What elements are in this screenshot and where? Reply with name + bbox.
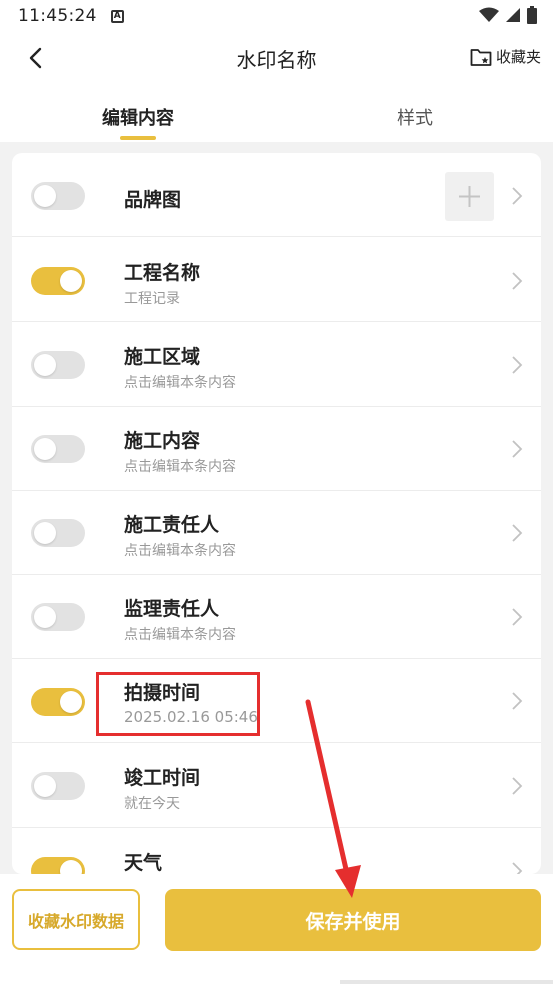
- chevron-right-icon: [512, 777, 523, 795]
- toggle-brand-image[interactable]: [31, 182, 85, 210]
- list-item-weather[interactable]: 天气: [12, 828, 541, 874]
- signal-icon: [506, 8, 520, 22]
- battery-icon: [527, 6, 537, 24]
- list-item-capture-time[interactable]: 拍摄时间 2025.02.16 05:46: [12, 659, 541, 743]
- status-bar: 11:45:24 A: [0, 0, 553, 32]
- save-and-use-button[interactable]: 保存并使用: [165, 889, 541, 951]
- item-subtitle: 2025.02.16 05:46: [124, 708, 258, 726]
- status-icons: [479, 6, 537, 24]
- toggle-supervisor[interactable]: [31, 603, 85, 631]
- chevron-right-icon: [512, 608, 523, 626]
- tab-style[interactable]: 样式: [397, 104, 433, 130]
- item-title: 施工责任人: [124, 514, 220, 536]
- list-item-completion-time[interactable]: 竣工时间 就在今天: [12, 744, 541, 828]
- chevron-right-icon: [512, 524, 523, 542]
- item-subtitle: 工程记录: [124, 291, 180, 307]
- list-item-construction-content[interactable]: 施工内容 点击编辑本条内容: [12, 407, 541, 491]
- toggle-construction-manager[interactable]: [31, 519, 85, 547]
- tab-bar: 编辑内容 样式: [0, 84, 553, 142]
- item-subtitle: 就在今天: [124, 796, 180, 812]
- chevron-right-icon: [512, 862, 523, 874]
- collect-watermark-data-button[interactable]: 收藏水印数据: [12, 889, 140, 950]
- chevron-right-icon: [512, 440, 523, 458]
- bottom-action-bar: 收藏水印数据 保存并使用: [0, 874, 553, 984]
- item-title: 工程名称: [124, 262, 201, 284]
- favorites-label: 收藏夹: [495, 48, 541, 66]
- item-subtitle: 点击编辑本条内容: [124, 459, 236, 475]
- toggle-weather[interactable]: [31, 857, 85, 874]
- chevron-right-icon: [512, 272, 523, 290]
- chevron-right-icon: [512, 187, 523, 205]
- toggle-completion-time[interactable]: [31, 772, 85, 800]
- toggle-capture-time[interactable]: [31, 688, 85, 716]
- list-item-brand-image[interactable]: 品牌图: [12, 153, 541, 237]
- header: 水印名称 收藏夹: [0, 32, 553, 84]
- list-item-project-name[interactable]: 工程名称 工程记录: [12, 238, 541, 322]
- favorites-button[interactable]: 收藏夹: [470, 46, 541, 67]
- watermark-fields-list: 品牌图 工程名称 工程记录 施工区域 点击编辑本条内容 施工内容 点击编辑本条内…: [12, 153, 541, 874]
- status-time: 11:45:24: [18, 6, 97, 26]
- item-title: 监理责任人: [124, 598, 220, 620]
- chevron-right-icon: [512, 356, 523, 374]
- list-item-construction-manager[interactable]: 施工责任人 点击编辑本条内容: [12, 491, 541, 575]
- item-subtitle: 点击编辑本条内容: [124, 543, 236, 559]
- item-title: 施工区域: [124, 346, 201, 368]
- list-item-supervisor[interactable]: 监理责任人 点击编辑本条内容: [12, 575, 541, 659]
- folder-star-icon: [470, 48, 492, 66]
- plus-icon: [459, 186, 480, 207]
- item-title: 竣工时间: [124, 767, 201, 789]
- home-indicator: [340, 980, 553, 984]
- a-icon: A: [110, 9, 124, 23]
- wifi-icon: [479, 7, 499, 22]
- item-title: 施工内容: [124, 430, 201, 452]
- add-image-button[interactable]: [445, 172, 494, 221]
- tab-edit-content[interactable]: 编辑内容: [102, 104, 174, 130]
- active-tab-indicator: [120, 136, 156, 140]
- toggle-construction-area[interactable]: [31, 351, 85, 379]
- toggle-project-name[interactable]: [31, 267, 85, 295]
- item-subtitle: 点击编辑本条内容: [124, 627, 236, 643]
- item-title: 品牌图: [124, 189, 182, 211]
- chevron-right-icon: [512, 692, 523, 710]
- list-item-construction-area[interactable]: 施工区域 点击编辑本条内容: [12, 323, 541, 407]
- item-title: 拍摄时间: [124, 682, 201, 704]
- item-title: 天气: [124, 852, 163, 874]
- toggle-construction-content[interactable]: [31, 435, 85, 463]
- item-subtitle: 点击编辑本条内容: [124, 375, 236, 391]
